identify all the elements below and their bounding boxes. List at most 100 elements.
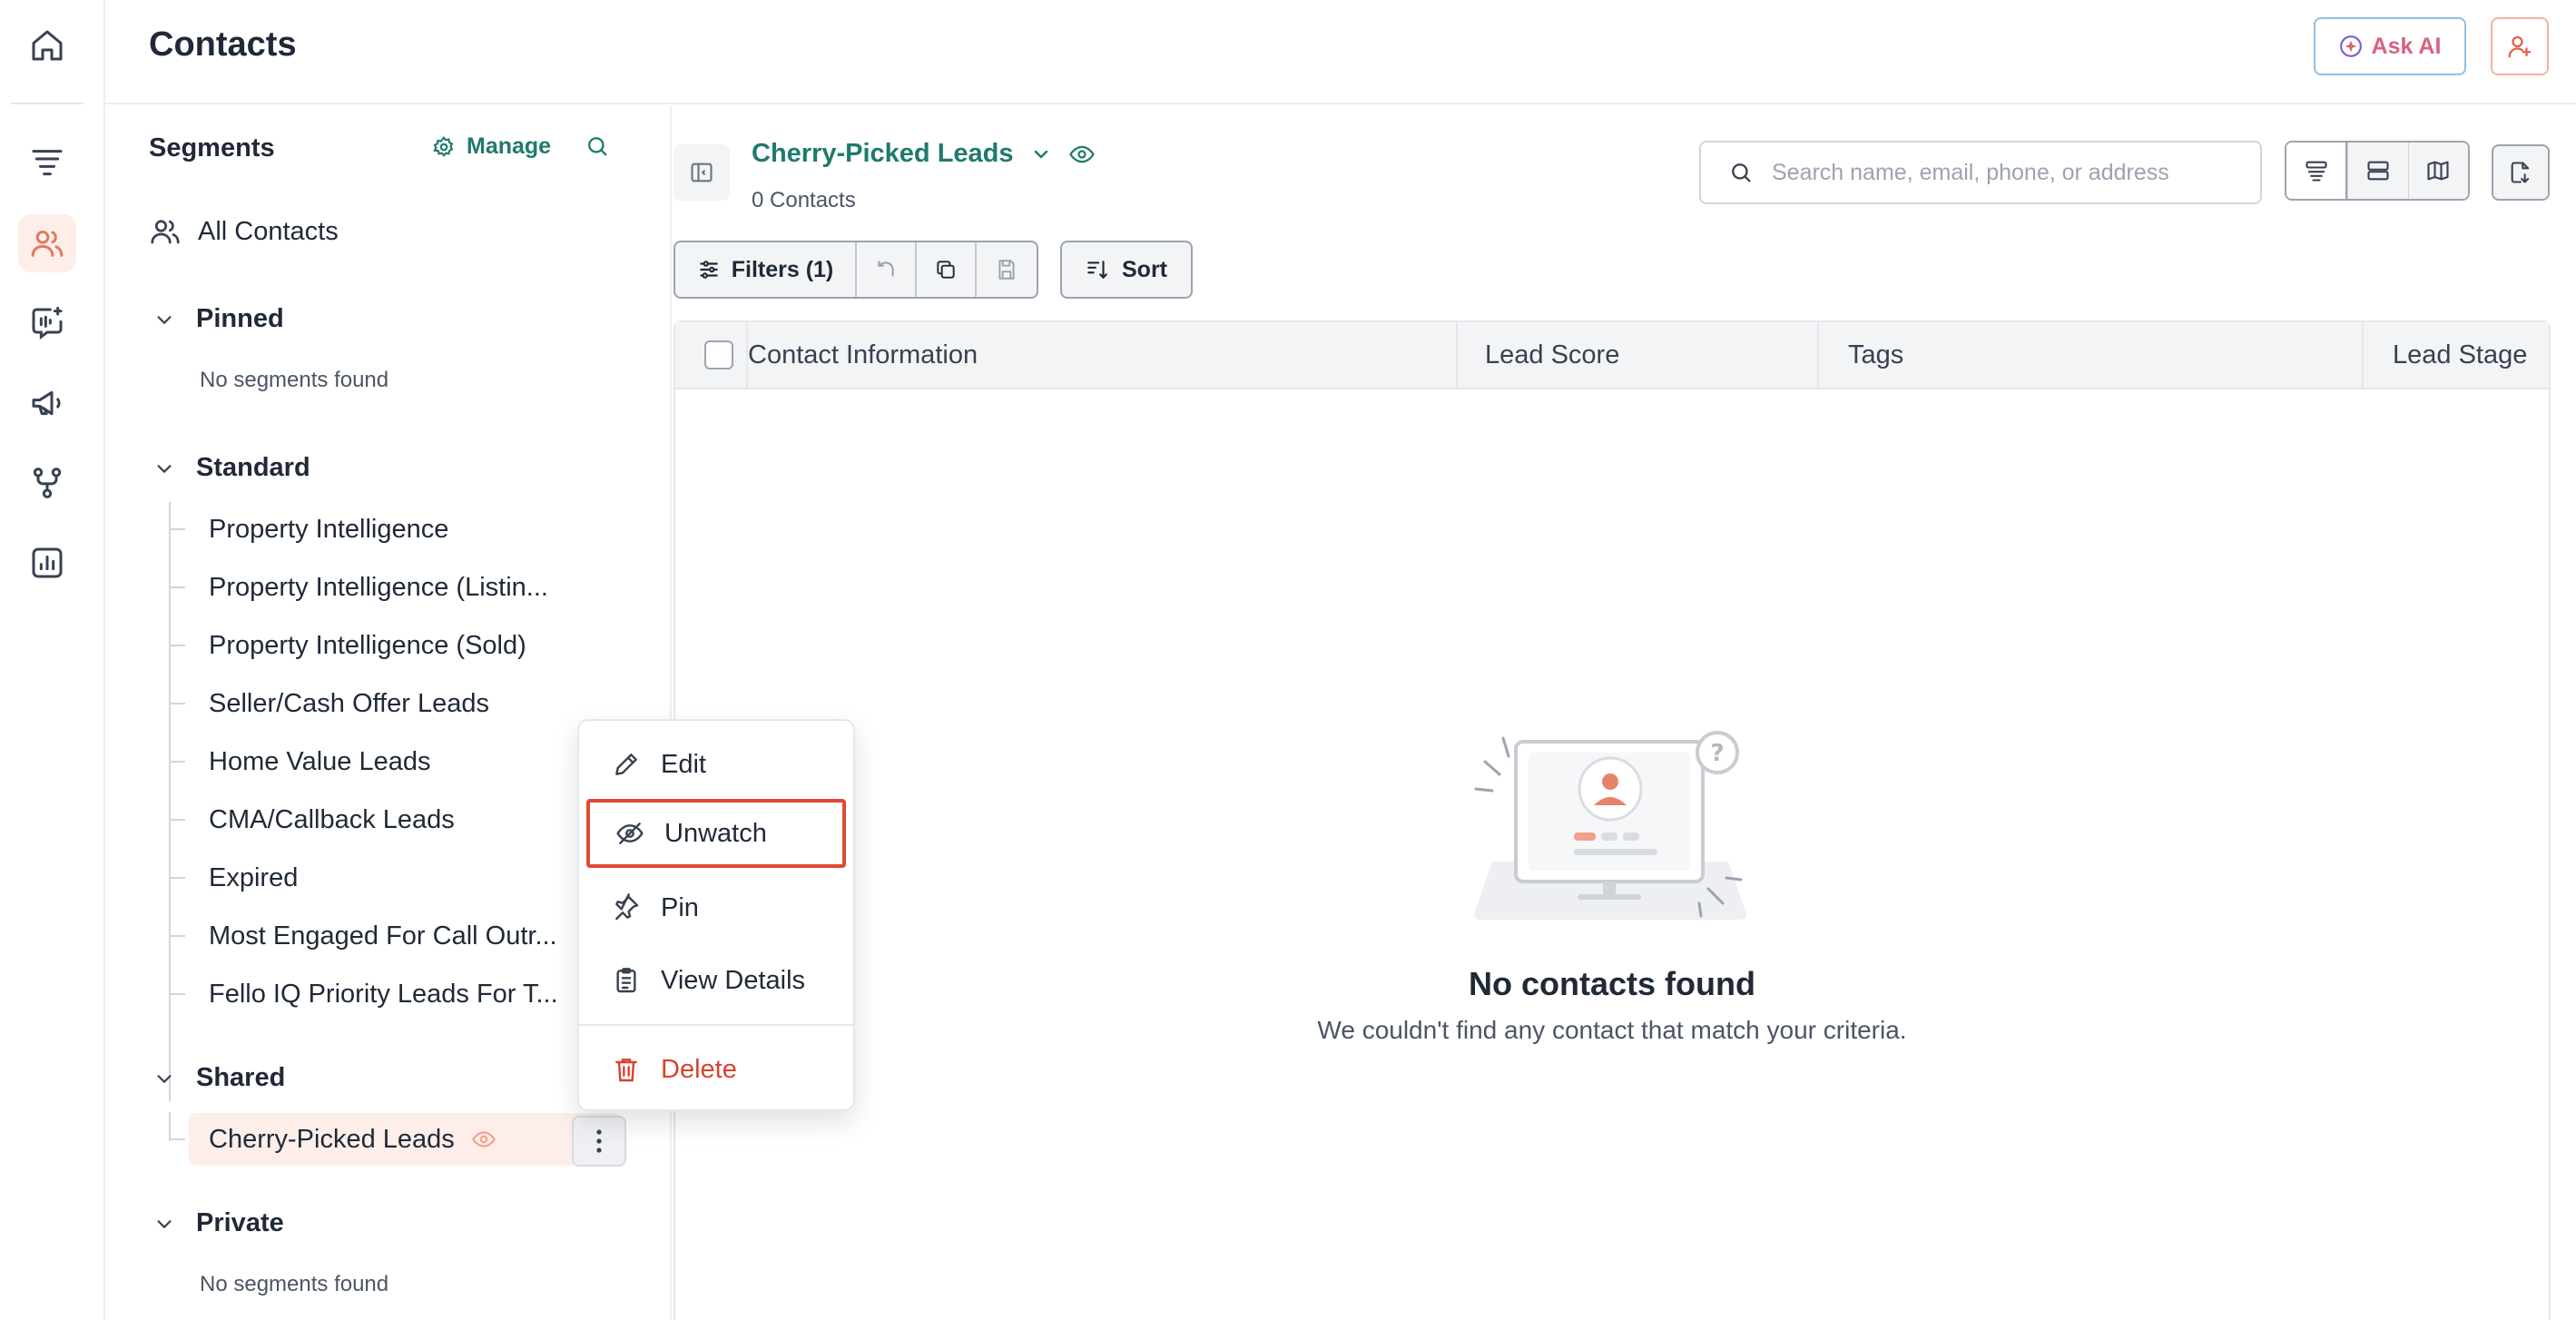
page-title: Contacts [149, 25, 297, 64]
segment-item[interactable]: Property Intelligence (Listin... [169, 562, 677, 613]
segment-item-label: Most Engaged For Call Outr... [209, 921, 557, 951]
toggle-segments-panel-button[interactable] [673, 144, 730, 201]
save-filter-button[interactable] [977, 242, 1037, 297]
file-export-icon [2511, 162, 2530, 183]
manage-label: Manage [467, 133, 552, 159]
menu-divider [579, 1024, 853, 1026]
duplicate-button[interactable] [917, 242, 977, 297]
eye-off-icon [616, 823, 644, 844]
rail-divider [11, 103, 84, 104]
pin-icon [615, 893, 639, 921]
column-divider [1817, 322, 1819, 388]
group-private-toggle[interactable]: Private [154, 1208, 284, 1238]
column-header-lead-score[interactable]: Lead Score [1485, 322, 1619, 388]
column-divider [1456, 322, 1458, 388]
export-button[interactable] [2492, 144, 2550, 201]
ai-message-icon[interactable] [18, 294, 76, 352]
segment-item[interactable]: Property Intelligence [169, 504, 677, 555]
svg-text:?: ? [1710, 740, 1724, 767]
segment-more-options-button[interactable] [572, 1116, 626, 1167]
map-icon [2427, 161, 2449, 181]
ask-ai-label: Ask AI [2371, 33, 2442, 59]
reports-icon[interactable] [18, 534, 76, 592]
contacts-table: Contact Information Lead Score Tags Lead… [673, 320, 2551, 1320]
add-contact-button[interactable] [2491, 17, 2549, 75]
view-cards-button[interactable] [2347, 143, 2408, 199]
view-table-button[interactable] [2286, 143, 2348, 199]
select-all-checkbox[interactable] [704, 340, 733, 369]
segments-title: Segments [149, 133, 275, 163]
segment-item[interactable]: Property Intelligence (Sold) [169, 620, 677, 671]
sort-button[interactable]: Sort [1060, 241, 1193, 299]
undo-button[interactable] [857, 242, 917, 297]
group-pinned-label: Pinned [196, 304, 284, 333]
filters-button[interactable]: Filters (1) [675, 242, 857, 297]
contact-count: 0 Contacts [752, 188, 856, 212]
view-map-button[interactable] [2407, 143, 2468, 199]
save-icon [998, 260, 1015, 280]
chevron-down-icon [1034, 150, 1047, 158]
private-empty-note: No segments found [200, 1272, 389, 1296]
gear-icon [433, 135, 454, 157]
column-header-lead-stage[interactable]: Lead Stage [2393, 322, 2527, 388]
workflow-icon[interactable] [18, 454, 76, 512]
funnel-icon[interactable] [18, 134, 76, 192]
menu-item-view-details[interactable]: View Details [586, 946, 846, 1015]
menu-item-unwatch[interactable]: Unwatch [586, 799, 846, 868]
undo-icon [878, 261, 894, 277]
group-pinned-toggle[interactable]: Pinned [154, 304, 284, 334]
segment-item-label: Cherry-Picked Leads [209, 1124, 455, 1154]
contact-search[interactable] [1699, 141, 2262, 204]
menu-item-label: Unwatch [664, 818, 767, 848]
pencil-icon [615, 754, 637, 775]
table-header: Contact Information Lead Score Tags Lead… [675, 322, 2549, 389]
segment-item-label: Seller/Cash Offer Leads [209, 688, 489, 718]
segment-item-label: Fello IQ Priority Leads For T... [209, 979, 558, 1009]
column-divider [2362, 322, 2364, 388]
column-header-contact-information[interactable]: Contact Information [748, 322, 978, 388]
copy-icon [937, 261, 955, 279]
menu-item-edit[interactable]: Edit [586, 730, 846, 799]
filter-toolbar: Filters (1) [673, 241, 1038, 299]
chevron-down-icon [157, 1074, 172, 1083]
view-switcher [2285, 141, 2470, 201]
clipboard-icon [616, 968, 636, 993]
menu-item-label: Delete [661, 1054, 737, 1084]
megaphone-icon[interactable] [18, 374, 76, 432]
column-header-tags[interactable]: Tags [1848, 322, 1903, 388]
segment-item-label: Property Intelligence [209, 514, 449, 544]
pinned-empty-note: No segments found [200, 368, 389, 392]
contacts-icon [151, 220, 180, 244]
trash-icon [615, 1059, 637, 1082]
sliders-icon [699, 261, 718, 279]
empty-state-illustration: ? [1465, 725, 1755, 925]
segment-item-label: Home Value Leads [209, 746, 431, 776]
search-input[interactable] [1772, 159, 2244, 186]
chevron-down-icon [157, 1219, 172, 1228]
chevron-down-icon [157, 464, 172, 473]
group-private-label: Private [196, 1208, 284, 1237]
ask-ai-button[interactable]: Ask AI [2314, 17, 2466, 75]
home-icon[interactable] [18, 16, 76, 74]
menu-item-delete[interactable]: Delete [586, 1035, 846, 1104]
watch-eye-icon[interactable] [1068, 141, 1096, 168]
sort-label: Sort [1122, 256, 1167, 282]
filter-list-icon [2306, 161, 2327, 182]
group-standard-toggle[interactable]: Standard [154, 453, 310, 483]
menu-item-pin[interactable]: Pin [586, 873, 846, 942]
rows-icon [2367, 161, 2389, 181]
menu-item-label: Pin [661, 892, 699, 922]
segment-selector[interactable]: Cherry-Picked Leads [752, 139, 1096, 169]
segment-item-label: CMA/Callback Leads [209, 804, 455, 834]
manage-segments-button[interactable]: Manage [432, 133, 551, 160]
group-shared-toggle[interactable]: Shared [154, 1063, 285, 1093]
segment-search-icon[interactable] [585, 133, 610, 159]
empty-state-subtitle: We couldn't find any contact that match … [1317, 1016, 1907, 1044]
all-contacts-label: All Contacts [198, 216, 339, 246]
segment-item-label: Property Intelligence (Listin... [209, 572, 548, 602]
main-content: Cherry-Picked Leads 0 Contacts Filters (… [673, 106, 2576, 1320]
contacts-icon[interactable] [18, 214, 76, 272]
segment-item-label: Property Intelligence (Sold) [209, 630, 526, 660]
all-contacts-item[interactable]: All Contacts [149, 215, 339, 248]
add-user-icon [2508, 35, 2532, 58]
